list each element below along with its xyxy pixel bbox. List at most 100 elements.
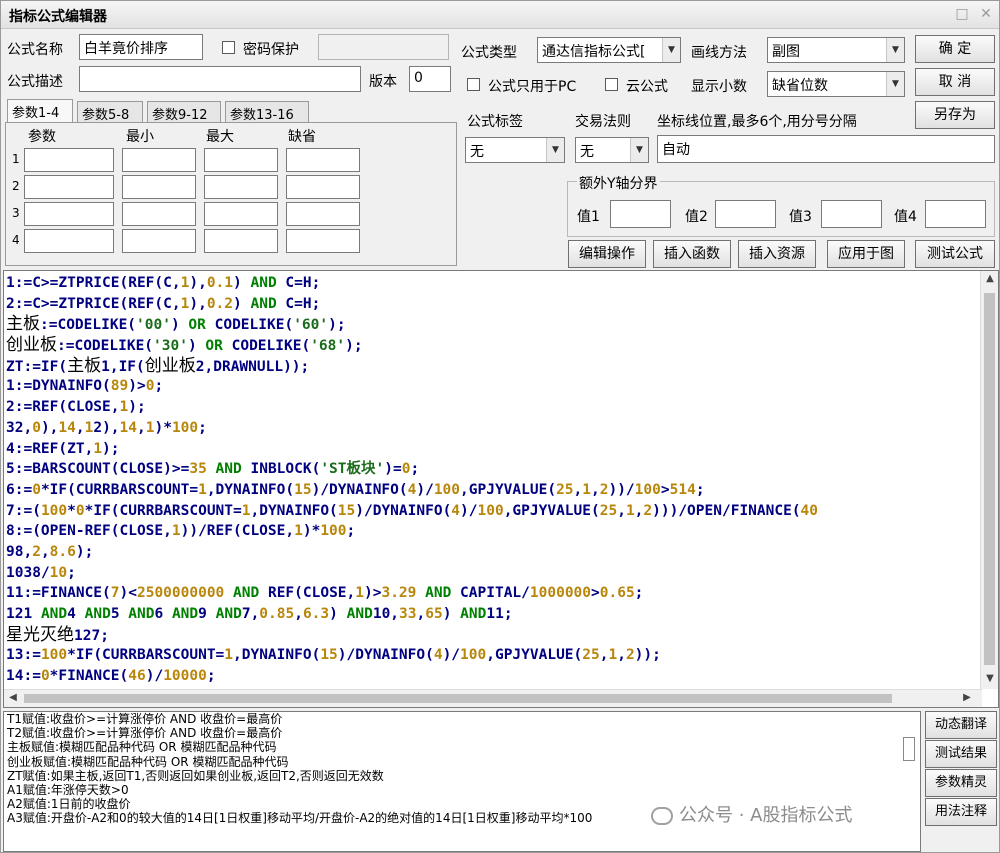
y2-label: 值2 xyxy=(685,209,708,225)
code-line[interactable]: ZT:=IF(主板1,IF(创业板2,DRAWNULL)); xyxy=(6,356,976,377)
edit-ops-button[interactable]: 编辑操作 xyxy=(568,240,646,268)
code-line[interactable]: 5:=BARSCOUNT(CLOSE)>=35 AND INBLOCK('ST板… xyxy=(6,459,976,480)
param-row-number: 3 xyxy=(12,206,20,220)
y-axis-label: 额外Y轴分界 xyxy=(577,173,660,193)
param-4-default[interactable] xyxy=(286,229,360,253)
param-4-min[interactable] xyxy=(122,229,196,253)
param-4-max[interactable] xyxy=(204,229,278,253)
notes-scroll-thumb[interactable] xyxy=(903,737,915,761)
dynamic-translate-button[interactable]: 动态翻译 xyxy=(925,711,997,739)
y2-input[interactable] xyxy=(715,200,776,228)
insert-resource-button[interactable]: 插入资源 xyxy=(738,240,816,268)
close-icon[interactable]: ✕ xyxy=(979,7,993,21)
tab-params-1-4[interactable]: 参数1-4 xyxy=(7,99,73,123)
y4-input[interactable] xyxy=(925,200,986,228)
tag-select[interactable]: 无 ▼ xyxy=(465,137,565,163)
formula-desc-input[interactable] xyxy=(79,66,361,92)
tab-params-5-8[interactable]: 参数5-8 xyxy=(77,101,143,123)
password-input[interactable] xyxy=(318,34,449,60)
code-line[interactable]: 8:=(OPEN-REF(CLOSE,1))/REF(CLOSE,1)*100; xyxy=(6,521,976,542)
formula-name-label: 公式名称 xyxy=(7,42,63,58)
note-line: 创业板赋值:模糊匹配品种代码 OR 模糊匹配品种代码 xyxy=(7,754,289,769)
param-3-name[interactable] xyxy=(24,202,114,226)
y3-label: 值3 xyxy=(789,209,812,225)
decimals-select[interactable]: 缺省位数 ▼ xyxy=(767,71,905,97)
param-1-default[interactable] xyxy=(286,148,360,172)
maximize-icon[interactable]: □ xyxy=(955,7,969,21)
formula-type-label: 公式类型 xyxy=(461,45,517,61)
insert-function-button[interactable]: 插入函数 xyxy=(653,240,731,268)
param-2-name[interactable] xyxy=(24,175,114,199)
code-line[interactable]: 1038/10; xyxy=(6,563,976,584)
code-line[interactable]: 2:=REF(CLOSE,1); xyxy=(6,397,976,418)
horizontal-scrollbar[interactable]: ◀ ▶ xyxy=(4,689,982,707)
note-line: T1赋值:收盘价>=计算涨停价 AND 收盘价=最高价 xyxy=(7,712,283,726)
code-line[interactable]: 1:=C>=ZTPRICE(REF(C,1),0.1) AND C=H; xyxy=(6,273,976,294)
scroll-down-icon[interactable]: ▼ xyxy=(981,673,998,684)
vertical-scrollbar[interactable]: ▲ ▼ xyxy=(980,271,998,689)
y4-label: 值4 xyxy=(894,209,917,225)
y1-input[interactable] xyxy=(610,200,671,228)
param-1-name[interactable] xyxy=(24,148,114,172)
version-label: 版本 xyxy=(369,74,397,90)
param-3-min[interactable] xyxy=(122,202,196,226)
param-row-number: 1 xyxy=(12,152,20,166)
test-formula-button[interactable]: 测试公式 xyxy=(915,240,995,268)
ok-button[interactable]: 确 定 xyxy=(915,35,995,63)
tab-params-9-12[interactable]: 参数9-12 xyxy=(147,101,221,123)
code-line[interactable]: 11:=FINANCE(7)<2500000000 AND REF(CLOSE,… xyxy=(6,583,976,604)
code-line[interactable]: 98,2,8.6); xyxy=(6,542,976,563)
tab-params-13-16[interactable]: 参数13-16 xyxy=(225,101,309,123)
code-editor[interactable]: 1:=C>=ZTPRICE(REF(C,1),0.1) AND C=H; 2:=C… xyxy=(3,270,999,708)
pc-only-checkbox[interactable] xyxy=(467,78,480,91)
save-as-button[interactable]: 另存为 xyxy=(915,101,995,129)
chevron-down-icon: ▼ xyxy=(546,138,564,162)
coord-label: 坐标线位置,最多6个,用分号分隔 xyxy=(657,114,857,130)
horizontal-scroll-thumb[interactable] xyxy=(24,694,892,703)
formula-type-value: 通达信指标公式[ xyxy=(542,44,646,60)
code-area[interactable]: 1:=C>=ZTPRICE(REF(C,1),0.1) AND C=H; 2:=C… xyxy=(6,273,976,687)
formula-name-input[interactable]: 白羊竟价排序 xyxy=(79,34,203,60)
cancel-button[interactable]: 取 消 xyxy=(915,68,995,96)
code-line[interactable]: 6:=0*IF(CURRBARSCOUNT=1,DYNAINFO(15)/DYN… xyxy=(6,480,976,501)
param-2-max[interactable] xyxy=(204,175,278,199)
usage-notes-button[interactable]: 用法注释 xyxy=(925,798,997,826)
draw-method-select[interactable]: 副图 ▼ xyxy=(767,37,905,63)
coord-input[interactable]: 自动 xyxy=(657,135,995,163)
chevron-down-icon: ▼ xyxy=(886,38,904,62)
vertical-scroll-thumb[interactable] xyxy=(984,293,995,665)
param-2-min[interactable] xyxy=(122,175,196,199)
code-line[interactable]: 7:=(100*0*IF(CURRBARSCOUNT=1,DYNAINFO(15… xyxy=(6,501,976,522)
param-1-min[interactable] xyxy=(122,148,196,172)
scroll-up-icon[interactable]: ▲ xyxy=(981,273,998,284)
scroll-right-icon[interactable]: ▶ xyxy=(958,692,976,703)
trade-rule-select[interactable]: 无 ▼ xyxy=(575,137,649,163)
apply-to-chart-button[interactable]: 应用于图 xyxy=(827,240,905,268)
test-result-button[interactable]: 测试结果 xyxy=(925,740,997,768)
trade-rule-value: 无 xyxy=(580,144,594,160)
param-3-max[interactable] xyxy=(204,202,278,226)
code-line[interactable]: 4:=REF(ZT,1); xyxy=(6,439,976,460)
trade-rule-label: 交易法则 xyxy=(575,114,631,130)
param-wizard-button[interactable]: 参数精灵 xyxy=(925,769,997,797)
param-1-max[interactable] xyxy=(204,148,278,172)
param-4-name[interactable] xyxy=(24,229,114,253)
param-3-default[interactable] xyxy=(286,202,360,226)
param-2-default[interactable] xyxy=(286,175,360,199)
code-line[interactable]: 32,0),14,12),14,1)*100; xyxy=(6,418,976,439)
y3-input[interactable] xyxy=(821,200,882,228)
code-line[interactable]: 星光灭绝127; xyxy=(6,625,976,646)
cloud-checkbox[interactable] xyxy=(605,78,618,91)
code-line[interactable]: 1:=DYNAINFO(89)>0; xyxy=(6,376,976,397)
version-input[interactable]: 0 xyxy=(409,66,451,92)
code-line[interactable]: 13:=100*IF(CURRBARSCOUNT=1,DYNAINFO(15)/… xyxy=(6,645,976,666)
code-line[interactable]: 2:=C>=ZTPRICE(REF(C,1),0.2) AND C=H; xyxy=(6,294,976,315)
code-line[interactable]: 主板:=CODELIKE('00') OR CODELIKE('60'); xyxy=(6,314,976,335)
password-checkbox[interactable] xyxy=(222,41,235,54)
formula-type-select[interactable]: 通达信指标公式[ ▼ xyxy=(537,37,681,63)
scroll-left-icon[interactable]: ◀ xyxy=(4,692,22,703)
code-line[interactable]: 14:=0*FINANCE(46)/10000; xyxy=(6,666,976,687)
code-line[interactable]: 创业板:=CODELIKE('30') OR CODELIKE('68'); xyxy=(6,335,976,356)
title-bar: 指标公式编辑器 □ ✕ xyxy=(1,1,999,29)
code-line[interactable]: 121 AND4 AND5 AND6 AND9 AND7,0.85,6.3) A… xyxy=(6,604,976,625)
